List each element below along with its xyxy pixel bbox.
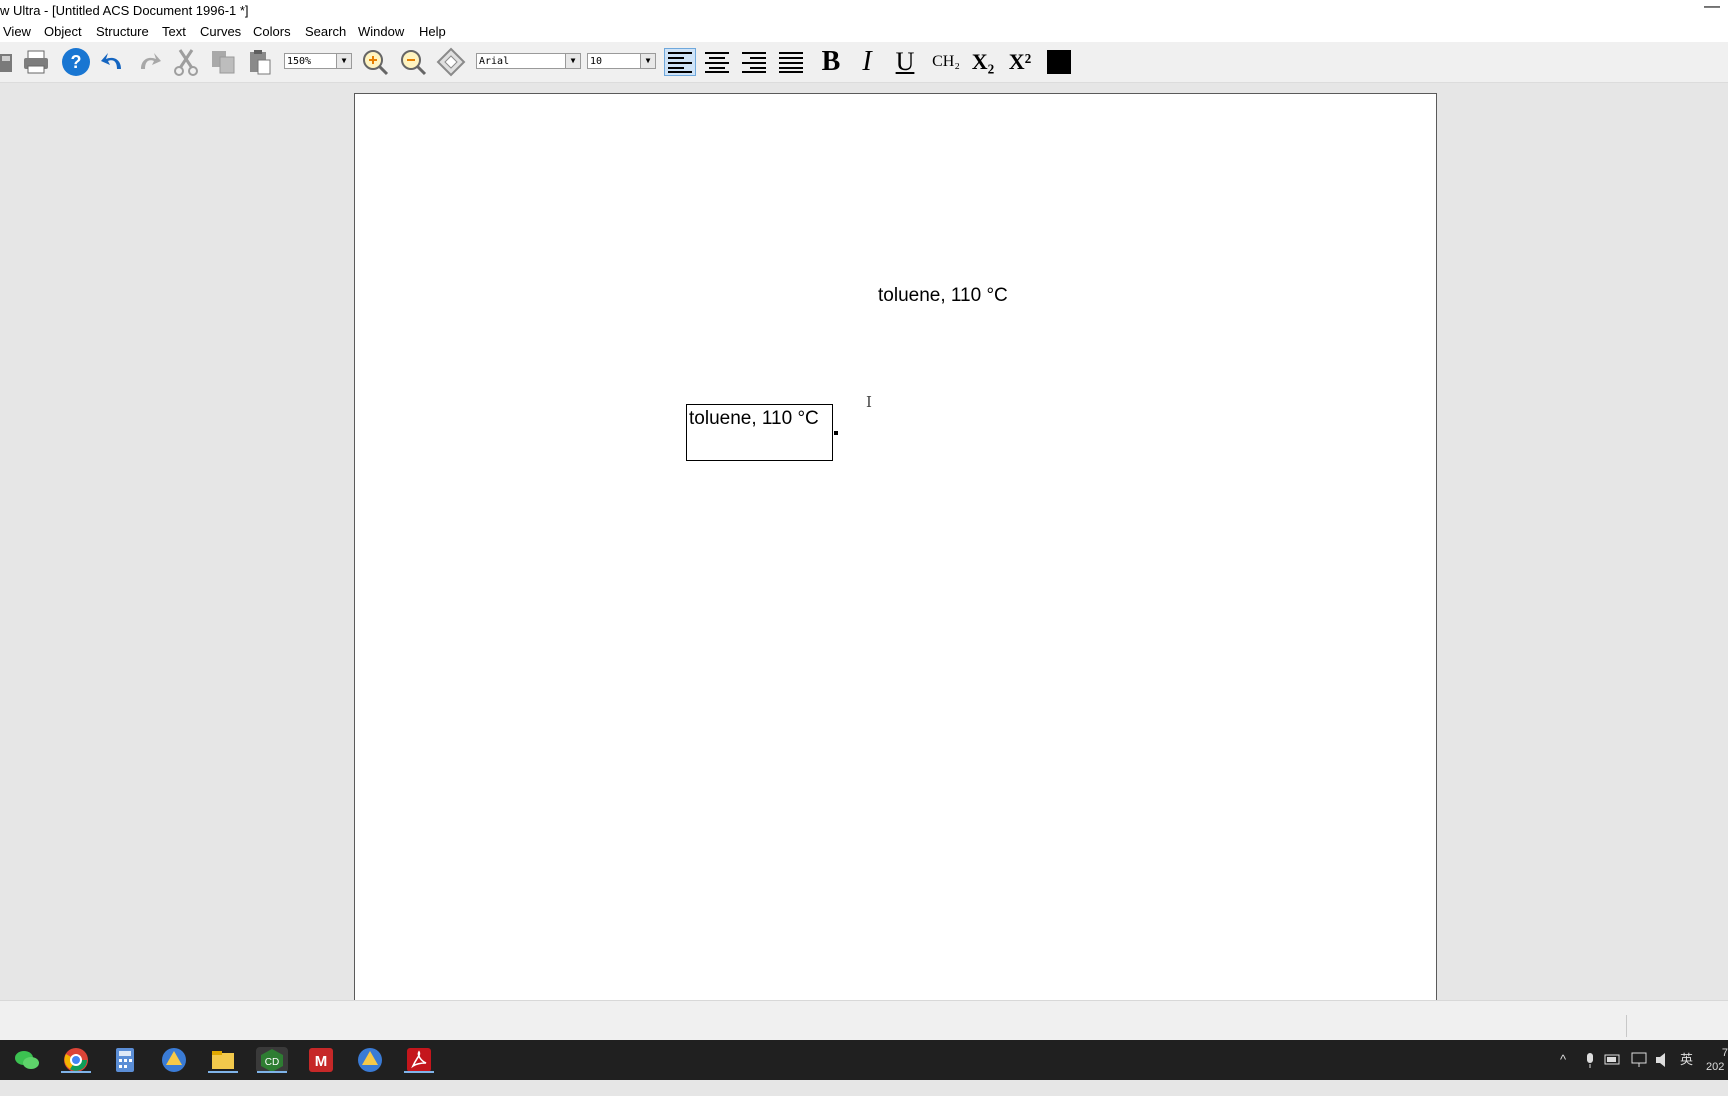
menu-text[interactable]: Text	[162, 22, 186, 42]
subscript-button[interactable]: X₂	[966, 48, 1000, 76]
active-indicator	[257, 1071, 287, 1073]
minimize-button[interactable]: —	[1704, 0, 1720, 18]
network-icon[interactable]	[1630, 1040, 1648, 1080]
document-text[interactable]: toluene, 110 °C	[878, 285, 1008, 307]
status-bar	[0, 1000, 1728, 1041]
zoom-in-icon[interactable]	[358, 48, 392, 76]
status-separator	[1626, 1015, 1627, 1037]
redo-icon[interactable]	[133, 48, 165, 76]
copy-icon[interactable]	[207, 48, 239, 76]
app-icon[interactable]	[161, 1047, 187, 1073]
cut-icon[interactable]	[170, 48, 202, 76]
eraser-icon[interactable]	[434, 47, 468, 77]
calculator-icon[interactable]	[112, 1047, 138, 1073]
selected-text-box[interactable]: toluene, 110 °C	[686, 404, 833, 461]
italic-button[interactable]: I	[852, 46, 882, 77]
menu-window[interactable]: Window	[358, 22, 404, 42]
file-explorer-icon[interactable]	[208, 1047, 238, 1073]
chrome-icon[interactable]	[61, 1047, 91, 1073]
menu-view[interactable]: View	[3, 22, 31, 42]
selected-text[interactable]: toluene, 110 °C	[689, 408, 819, 430]
align-right-icon[interactable]	[738, 48, 770, 76]
color-swatch	[1047, 50, 1071, 74]
microphone-icon[interactable]	[1584, 1040, 1596, 1080]
document-page[interactable]	[354, 93, 1437, 1000]
menu-colors[interactable]: Colors	[253, 22, 291, 42]
color-swatch-button[interactable]	[1044, 48, 1074, 76]
bold-button[interactable]: B	[815, 46, 847, 77]
underline-button[interactable]: U	[889, 47, 921, 76]
save-icon[interactable]	[0, 48, 14, 76]
clock[interactable]: 7 202	[1706, 1040, 1728, 1080]
undo-icon[interactable]	[97, 48, 129, 76]
help-icon[interactable]: ?	[60, 48, 92, 76]
paste-icon[interactable]	[244, 48, 276, 76]
chevron-down-icon[interactable]: ▼	[336, 54, 351, 68]
font-size-select[interactable]: 10 ▼	[587, 53, 656, 69]
ime-indicator[interactable]: 英	[1680, 1040, 1693, 1080]
chemdraw-icon[interactable]: CD	[256, 1047, 288, 1073]
menu-help[interactable]: Help	[419, 22, 446, 42]
print-icon[interactable]	[20, 48, 52, 76]
title-bar: w Ultra - [Untitled ACS Document 1996-1 …	[0, 0, 1728, 22]
toolbar: ? 150% ▼ Arial ▼ 10 ▼ B I U CH₂ X₂ X²	[0, 42, 1728, 83]
menu-bar: View Object Structure Text Curves Colors…	[0, 22, 1728, 42]
zoom-out-icon[interactable]	[396, 48, 430, 76]
zoom-value: 150%	[287, 56, 312, 67]
active-indicator	[404, 1071, 434, 1073]
svg-text:CD: CD	[265, 1057, 279, 1068]
active-indicator	[208, 1071, 238, 1073]
menu-structure[interactable]: Structure	[96, 22, 149, 42]
window-title: w Ultra - [Untitled ACS Document 1996-1 …	[0, 3, 249, 18]
chevron-up-icon[interactable]: ^	[1560, 1040, 1566, 1080]
clock-time: 7	[1721, 1047, 1728, 1059]
acrobat-icon[interactable]	[404, 1047, 434, 1073]
formula-button[interactable]: CH₂	[927, 48, 965, 76]
align-center-icon[interactable]	[701, 48, 733, 76]
chevron-down-icon[interactable]: ▼	[565, 54, 580, 68]
resize-handle[interactable]	[834, 431, 838, 435]
font-size-value: 10	[590, 56, 603, 67]
align-left-icon[interactable]	[664, 48, 696, 76]
justify-icon[interactable]	[775, 48, 807, 76]
menu-object[interactable]: Object	[44, 22, 82, 42]
app-icon-2[interactable]	[357, 1047, 383, 1073]
clock-date: 202	[1706, 1061, 1725, 1073]
menu-curves[interactable]: Curves	[200, 22, 241, 42]
wechat-icon[interactable]	[14, 1047, 40, 1073]
matlab-icon[interactable]: M	[308, 1047, 334, 1073]
font-select[interactable]: Arial ▼	[476, 53, 581, 69]
chevron-down-icon[interactable]: ▼	[640, 54, 655, 68]
zoom-select[interactable]: 150% ▼	[284, 53, 352, 69]
svg-text:M: M	[315, 1053, 328, 1070]
font-value: Arial	[479, 56, 510, 67]
ibeam-cursor-icon: I	[866, 393, 872, 411]
menu-search[interactable]: Search	[305, 22, 346, 42]
active-indicator	[61, 1071, 91, 1073]
svg-text:?: ?	[71, 52, 82, 72]
taskbar: CD M ^ 英 7 202	[0, 1040, 1728, 1080]
superscript-button[interactable]: X²	[1003, 48, 1037, 76]
volume-icon[interactable]	[1654, 1040, 1672, 1080]
battery-icon[interactable]	[1604, 1040, 1622, 1080]
